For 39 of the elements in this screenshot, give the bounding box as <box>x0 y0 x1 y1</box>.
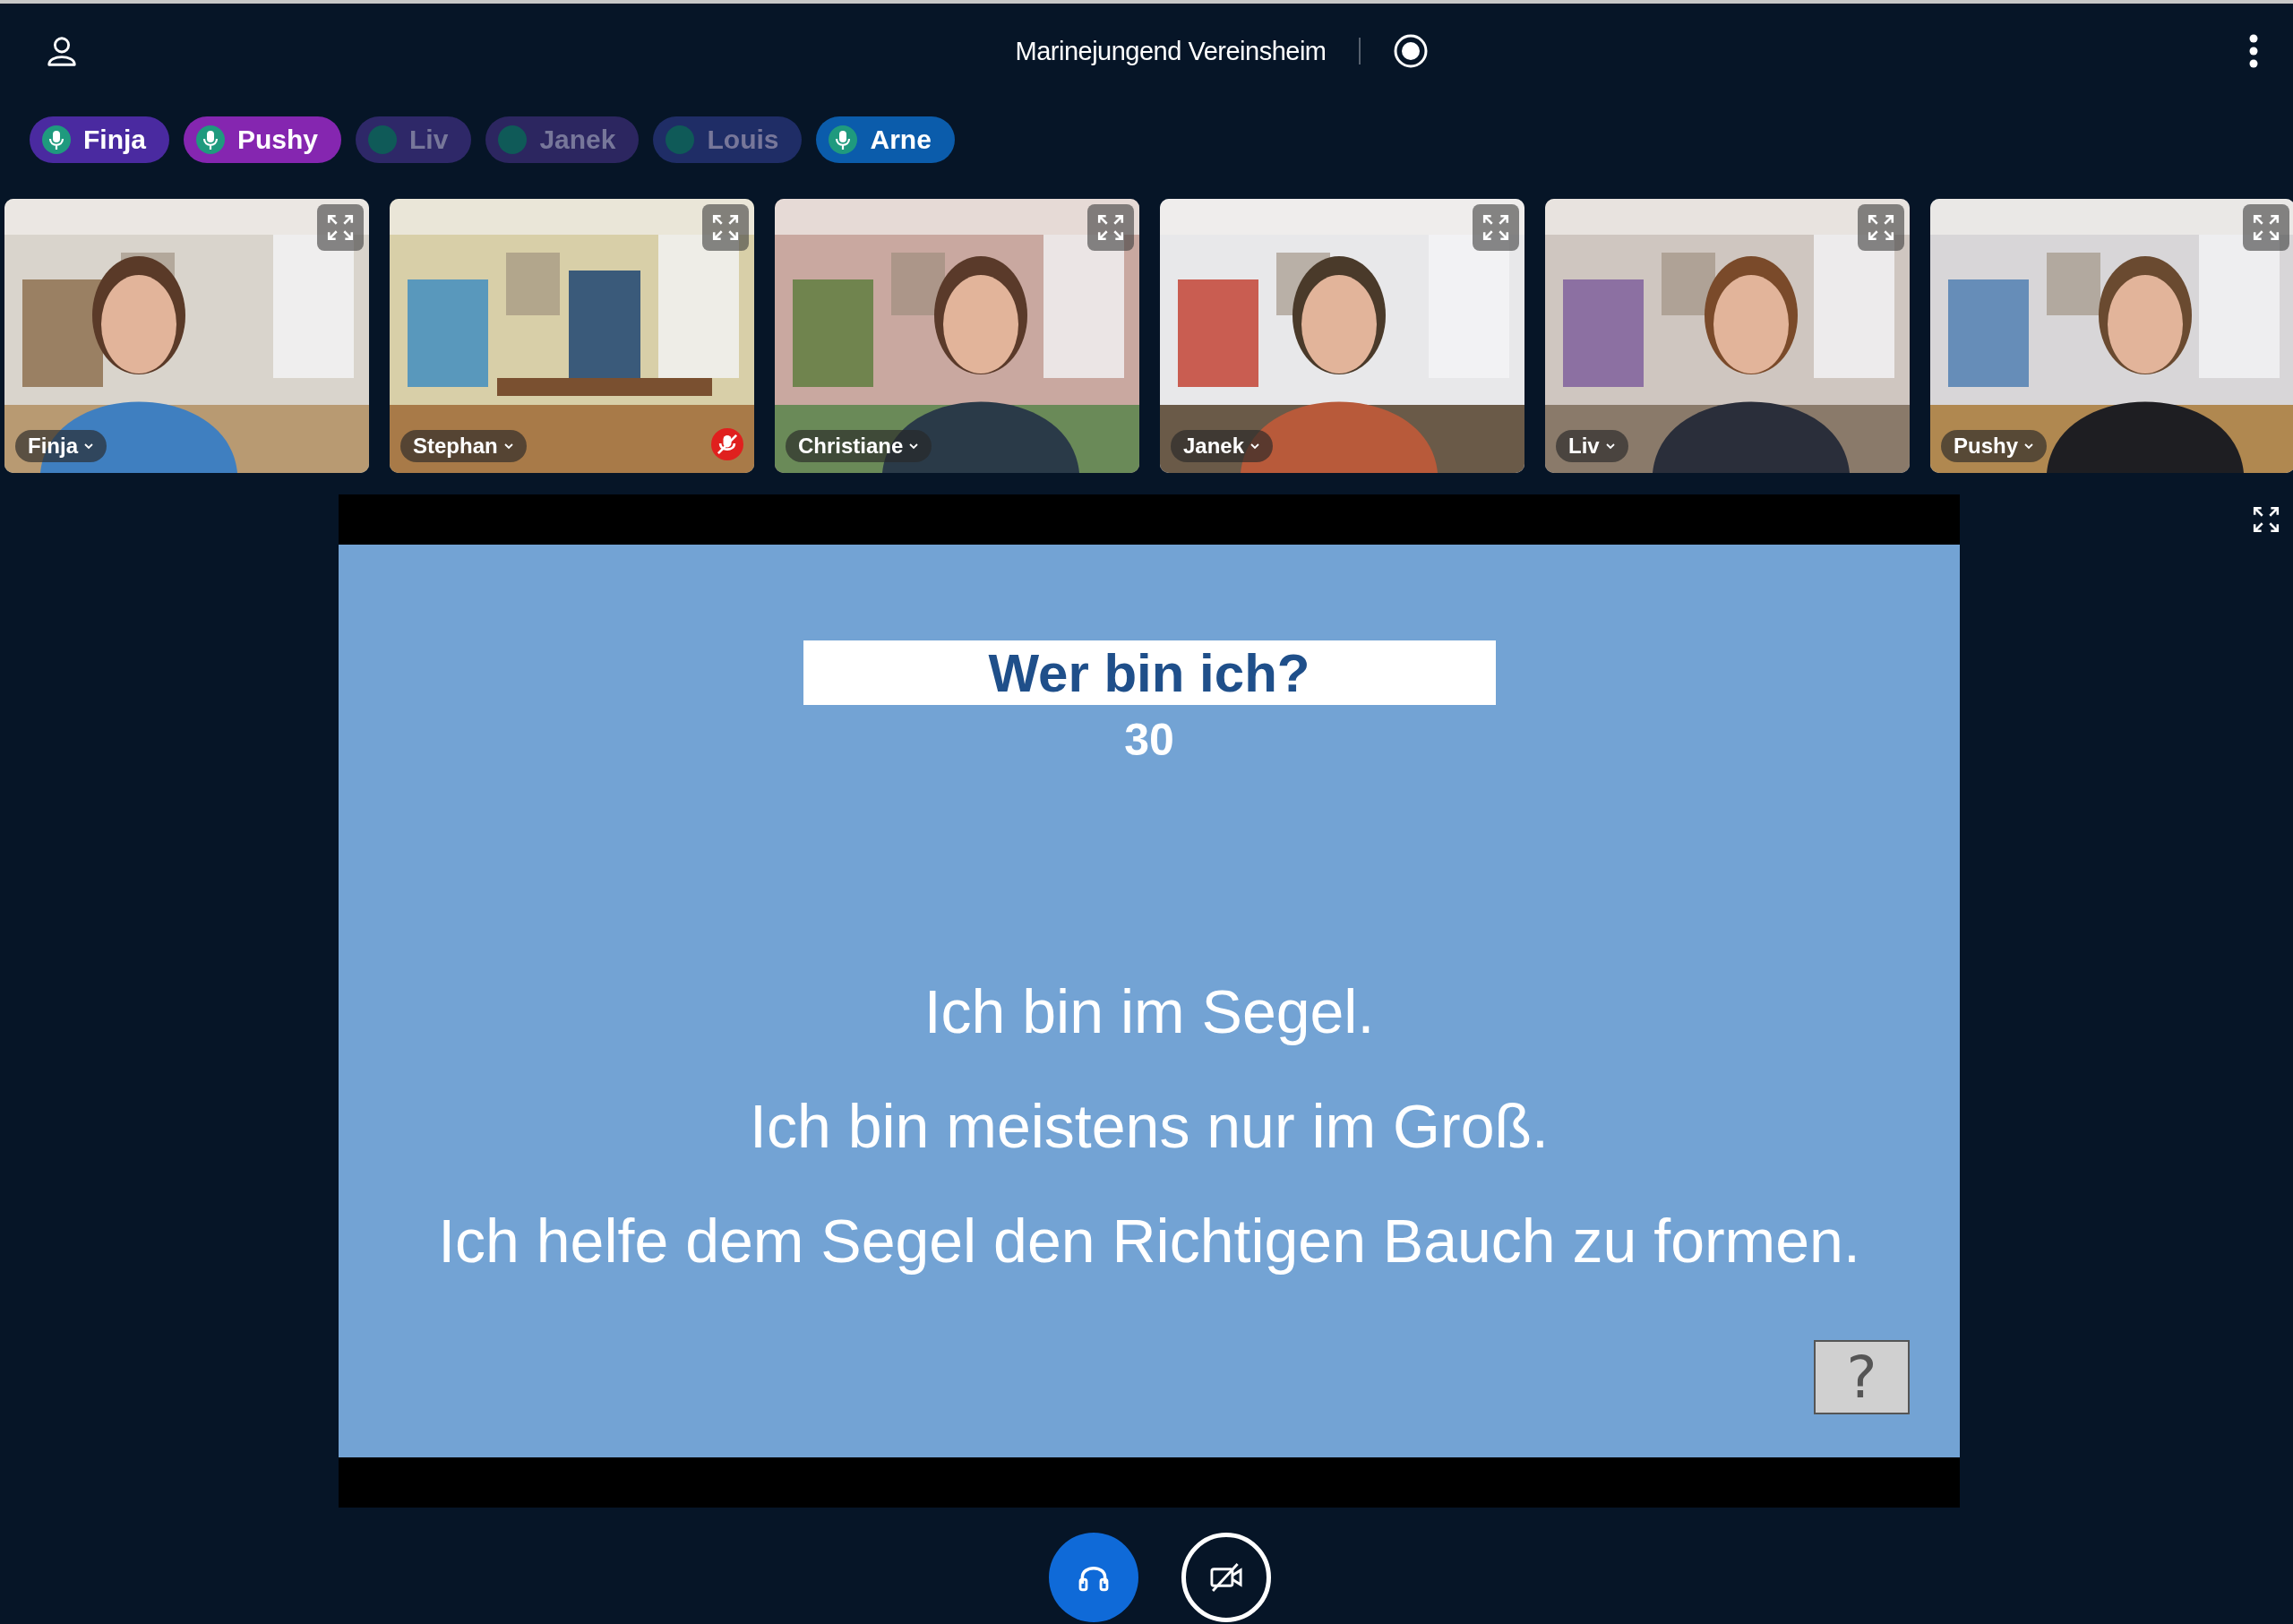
user-icon[interactable] <box>45 34 79 68</box>
fullscreen-icon <box>1481 213 1510 242</box>
camera-off-button[interactable] <box>1181 1533 1271 1622</box>
chevron-down-icon <box>1604 443 1616 450</box>
slide-text: Ich bin im Segel. <box>923 976 1375 1047</box>
user-name-label[interactable]: Stephan <box>400 430 527 462</box>
meeting-title: Marinejungend Vereinsheim <box>1015 36 1327 66</box>
user-name-label[interactable]: Christiane <box>786 430 932 462</box>
record-icon[interactable] <box>1392 33 1429 69</box>
chevron-down-icon <box>83 443 94 450</box>
chevron-down-icon <box>2023 443 2035 450</box>
fullscreen-icon <box>2252 213 2280 242</box>
slide-text: Ich bin meistens nur im Groß. <box>750 1091 1549 1162</box>
status-dot-icon <box>666 125 695 154</box>
fullscreen-icon <box>326 213 355 242</box>
fullscreen-icon <box>1096 213 1125 242</box>
talker-pill[interactable]: Arne <box>816 116 955 163</box>
slide-title: Wer bin ich? <box>803 640 1496 705</box>
user-name-label[interactable]: Liv <box>1556 430 1628 462</box>
chevron-down-icon <box>502 443 514 450</box>
talker-pill[interactable]: Finja <box>30 116 169 163</box>
microphone-icon <box>829 125 858 154</box>
chevron-down-icon <box>908 443 920 450</box>
microphone-icon <box>42 125 71 154</box>
user-name-label[interactable]: Finja <box>15 430 107 462</box>
fullscreen-icon <box>1867 213 1895 242</box>
more-options-icon[interactable] <box>2248 33 2259 69</box>
chevron-down-icon <box>1250 443 1261 450</box>
talker-pill[interactable]: Pushy <box>184 116 342 163</box>
timer-count: 30 <box>1124 714 1174 766</box>
microphone-icon <box>196 125 225 154</box>
fullscreen-icon <box>2252 505 2280 534</box>
slide-text: Ich helfe dem Segel den Richtigen Bauch zu formen. <box>438 1206 1860 1276</box>
status-dot-icon <box>498 125 528 154</box>
status-dot-icon <box>368 125 398 154</box>
user-name-label[interactable]: Janek <box>1171 430 1274 462</box>
help-button[interactable]: ? <box>1814 1340 1910 1414</box>
fullscreen-icon <box>711 213 740 242</box>
user-name-label[interactable]: Pushy <box>1941 430 2048 462</box>
